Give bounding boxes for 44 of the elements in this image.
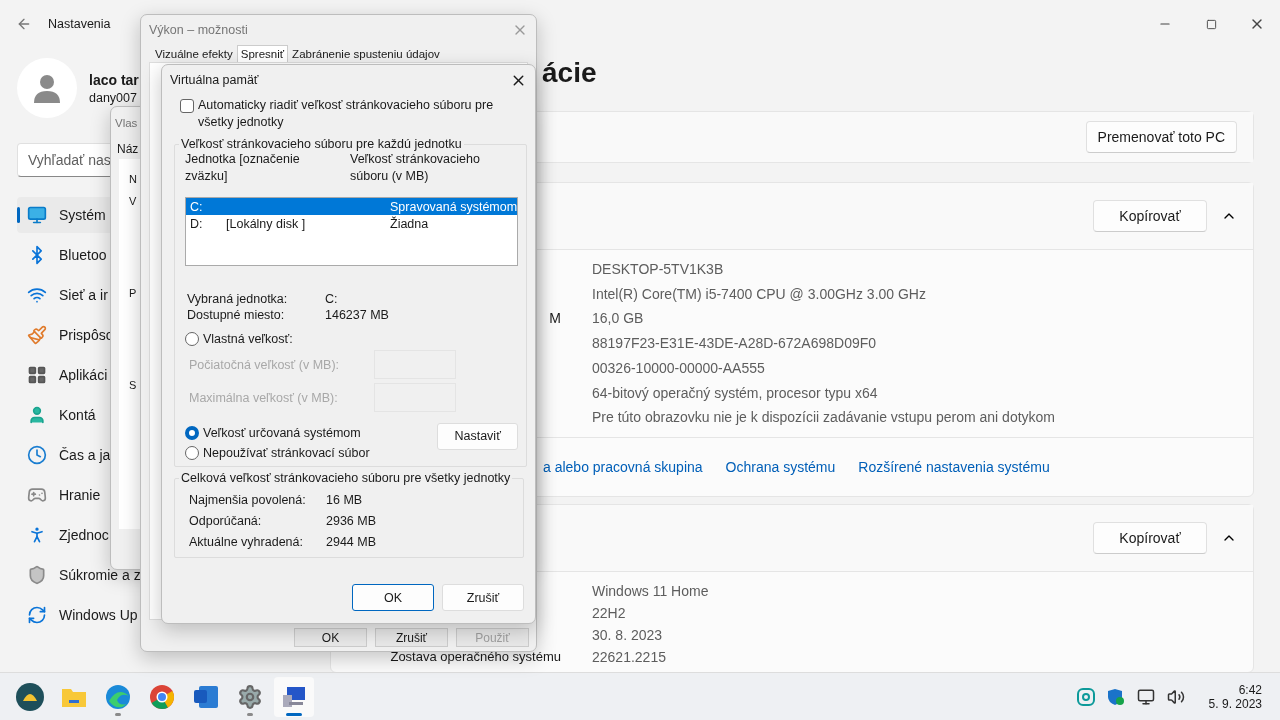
spec-value: 30. 8. 2023 (592, 626, 663, 643)
info-label: Najmenšia povolená: (189, 493, 307, 507)
info-value: C: (325, 292, 339, 306)
radio-label: Nepoužívať stránkovací súbor (203, 446, 370, 460)
user-name: laco tar (89, 71, 139, 88)
group-label: N (129, 173, 137, 185)
window-title: Nastavenia (48, 17, 111, 31)
info-label: Odporúčaná: (189, 514, 263, 528)
user-email: dany007 (89, 90, 138, 105)
spec-value: 22H2 (592, 604, 626, 621)
info-value: 2936 MB (326, 514, 378, 528)
spec-value: 88197F23-E31E-43DE-A28D-672A698D09F0 (592, 335, 877, 352)
spec-value: Intel(R) Core(TM) i5-7400 CPU @ 3.00GHz 3.00 GHz (592, 285, 926, 302)
spec-value: 16,0 GB (592, 310, 644, 327)
spec-value: 22621.2215 (592, 648, 666, 665)
info-label: Vybraná jednotka: (187, 292, 289, 306)
info-label: Aktuálne vyhradená: (189, 535, 304, 549)
spec-value: 00326-10000-00000-AA555 (592, 359, 765, 376)
group-title: Celková veľkosť stránkovacieho súboru pre všetky jednotky (180, 471, 512, 485)
dialog-title: Vlas (115, 117, 138, 129)
info-value: 16 MB (326, 493, 364, 507)
page-title: ácie (542, 57, 598, 90)
dialog-title: Virtuálna pamäť (170, 73, 259, 87)
info-value: 146237 MB (325, 308, 390, 322)
group-label: S (129, 379, 137, 391)
checkbox-label: Automaticky riadiť veľkosť stránkovacieho súboru pre všetky jednotky (198, 97, 495, 131)
dialog-title: Výkon – možnosti (149, 23, 248, 37)
group-label: V (129, 195, 137, 207)
radio-label: Veľkosť určovaná systémom (203, 426, 361, 440)
field-label: Počiatočná veľkosť (v MB): (189, 357, 341, 372)
spec-label: Zostava operačného systému (390, 648, 561, 664)
group-title: Veľkosť stránkovacieho súboru pre každú jednotku (180, 137, 463, 151)
spec-label: M (549, 310, 561, 327)
spec-value: Pre túto obrazovku nie je k dispozícii zadávanie vstupu perom ani dotykom (592, 409, 1056, 426)
column-header: Veľkosť stránkovacieho súboru (v MB) (350, 151, 481, 185)
field-label: Maximálna veľkosť (v MB): (189, 390, 339, 405)
spec-value: 64-bitový operačný systém, procesor typu x64 (592, 384, 878, 401)
radio-label: Vlastná veľkosť: (203, 332, 293, 346)
info-label: Dostupné miesto: (187, 308, 286, 322)
info-value: 2944 MB (326, 535, 378, 549)
spec-value: DESKTOP-5TV1K3B (592, 261, 724, 277)
group-label: P (129, 287, 137, 299)
column-header: Jednotka [označenie zväzku] (185, 151, 301, 185)
spec-value: Windows 11 Home (592, 582, 709, 599)
